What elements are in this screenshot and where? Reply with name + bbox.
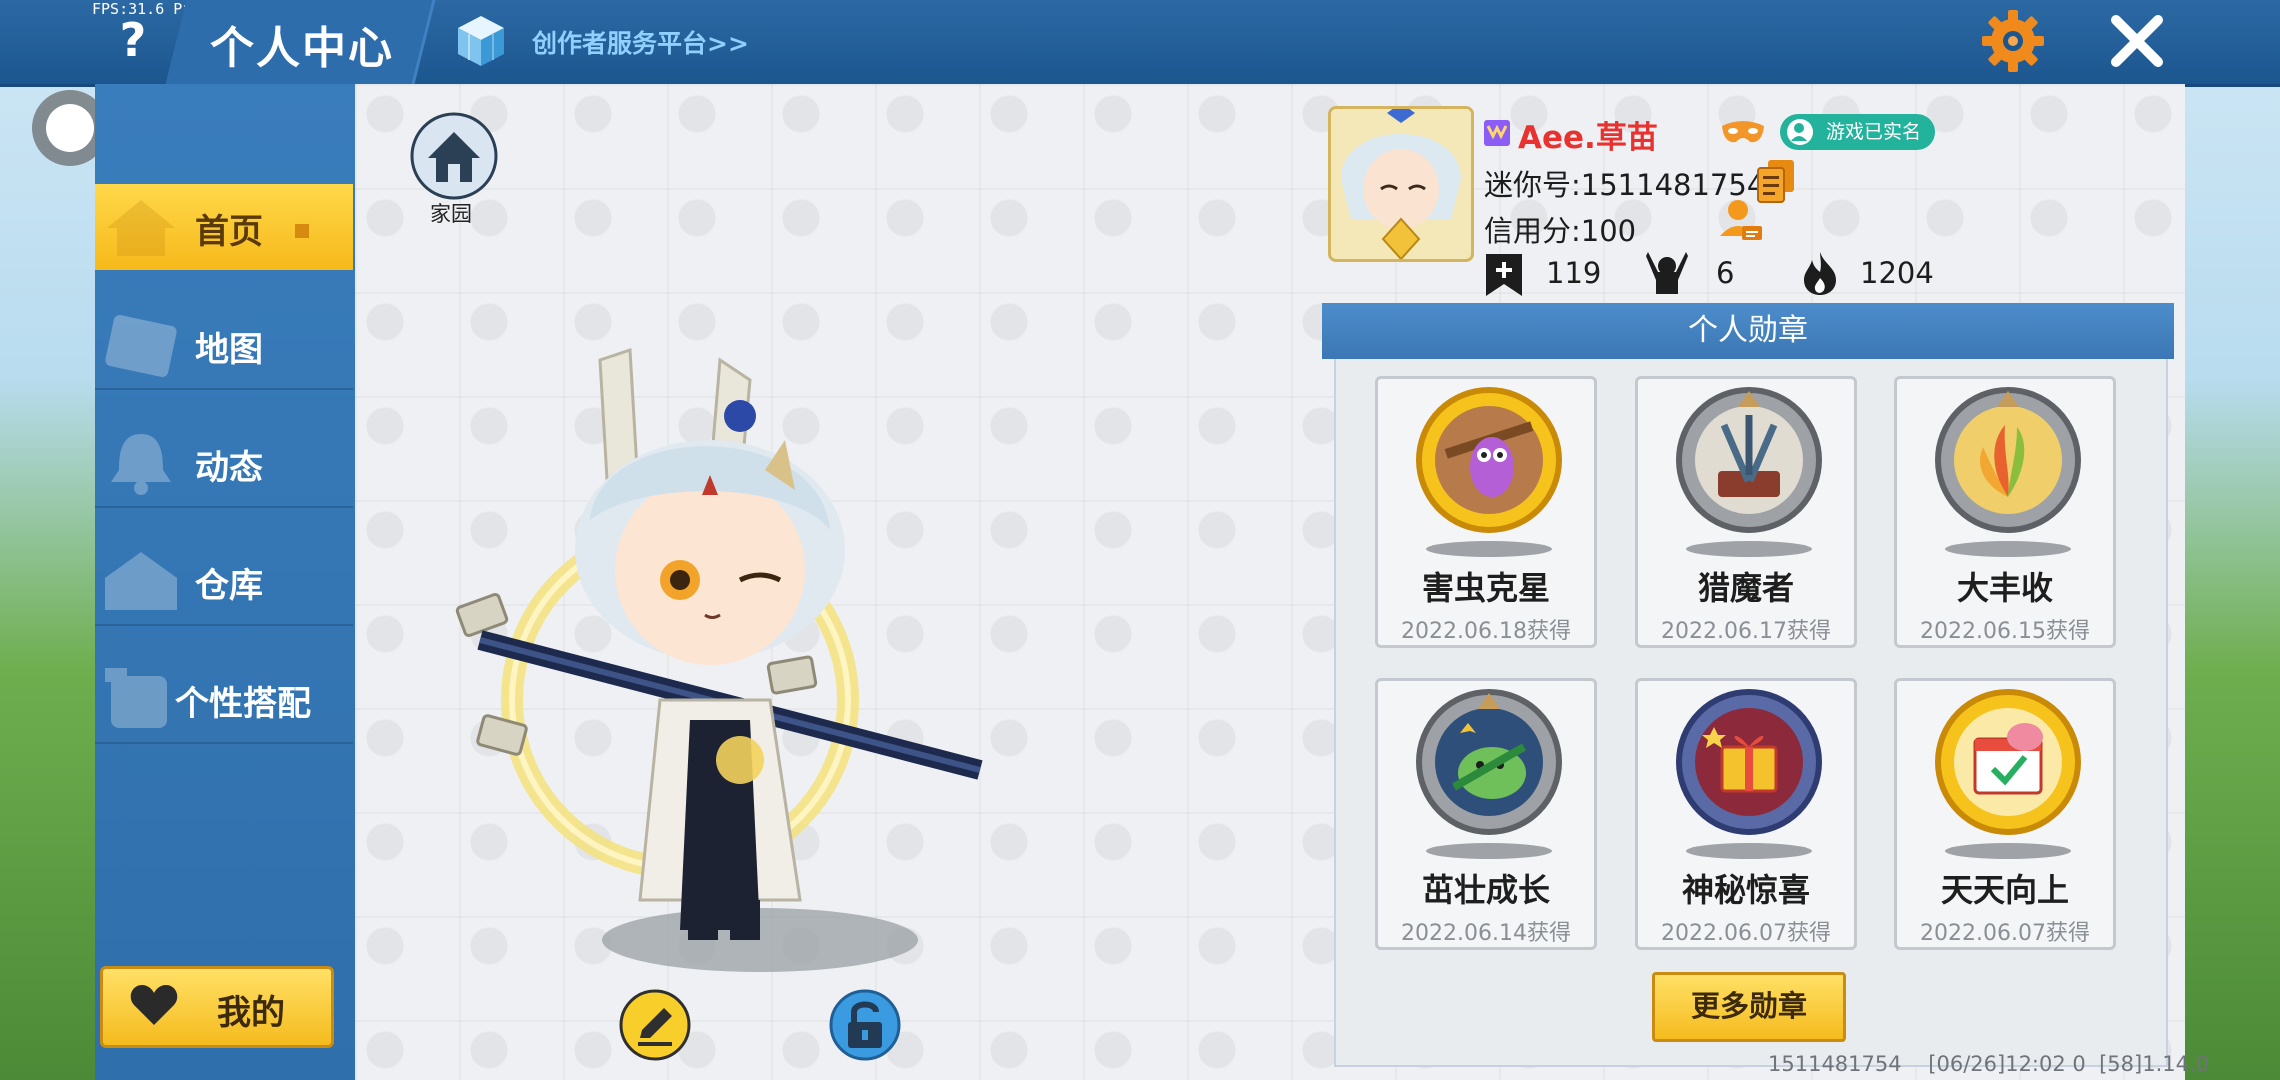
medal-name: 害虫克星 bbox=[1421, 569, 1550, 607]
edit-icon[interactable] bbox=[618, 988, 692, 1062]
top-bar: FPS:31.6 Ping:0 ? 个人中心 创作者服务平台>> bbox=[0, 0, 2280, 87]
harvest-medal-icon bbox=[1935, 387, 2081, 533]
medal-shadow bbox=[1426, 541, 1552, 557]
outfit-icon bbox=[105, 668, 167, 728]
medal-card[interactable]: 害虫克星 2022.06.18获得 bbox=[1375, 376, 1597, 648]
player-character[interactable] bbox=[440, 340, 1000, 980]
medal-card[interactable]: 茁壮成长 2022.06.14获得 bbox=[1375, 678, 1597, 950]
sidebar-item-label: 首页 bbox=[195, 212, 263, 252]
sidebar-item-home[interactable]: 首页 bbox=[95, 184, 353, 270]
medal-date: 2022.06.15获得 bbox=[1920, 619, 2090, 644]
real-name-verified-badge: 游戏已实名 bbox=[1780, 114, 1936, 150]
more-medals-button[interactable]: 更多勋章 bbox=[1652, 972, 1846, 1042]
medal-date: 2022.06.07获得 bbox=[1920, 921, 2090, 946]
mine-button[interactable]: 我的 bbox=[100, 966, 334, 1048]
pest-medal-icon bbox=[1416, 387, 1562, 533]
sidebar-item-outfit[interactable]: 个性搭配 bbox=[95, 656, 353, 744]
lock-open-icon[interactable] bbox=[828, 988, 902, 1062]
sidebar: 首页 地图 动态 仓库 个性搭配 bbox=[95, 84, 355, 1080]
fans-icon bbox=[1646, 252, 1688, 294]
avatar[interactable] bbox=[1328, 106, 1474, 262]
username: Aee.草苗 bbox=[1518, 120, 1658, 156]
demon-hunter-medal-icon bbox=[1676, 387, 1822, 533]
growth-medal-icon bbox=[1416, 689, 1562, 835]
sidebar-item-feed[interactable]: 动态 bbox=[95, 420, 353, 508]
medal-name: 天天向上 bbox=[1940, 871, 2069, 909]
sidebar-item-map[interactable]: 地图 bbox=[95, 302, 353, 390]
bookmark-plus-icon bbox=[1486, 254, 1522, 296]
medal-name: 大丰收 bbox=[1956, 569, 2053, 607]
medal-shadow bbox=[1426, 843, 1552, 859]
active-marker bbox=[295, 224, 309, 238]
house-icon bbox=[107, 200, 175, 256]
sidebar-item-label: 地图 bbox=[195, 330, 263, 370]
medal-card[interactable]: 神秘惊喜 2022.06.07获得 bbox=[1635, 678, 1857, 950]
medal-card[interactable]: 猎魔者 2022.06.17获得 bbox=[1635, 376, 1857, 648]
stat-collections: 119 bbox=[1546, 256, 1602, 290]
stat-popularity: 1204 bbox=[1860, 256, 1934, 290]
mask-icon[interactable] bbox=[1720, 118, 1766, 148]
person-card-icon[interactable] bbox=[1716, 196, 1764, 244]
warehouse-icon bbox=[105, 552, 177, 610]
stat-fans: 6 bbox=[1716, 256, 1735, 290]
bell-icon bbox=[111, 434, 171, 495]
medal-date: 2022.06.07获得 bbox=[1661, 921, 1831, 946]
close-icon[interactable] bbox=[2106, 10, 2168, 72]
sidebar-item-warehouse[interactable]: 仓库 bbox=[95, 538, 353, 626]
medal-section-title: 个人勋章 bbox=[1322, 303, 2174, 359]
page-title: 个人中心 bbox=[210, 23, 394, 74]
credit-score: 信用分:100 bbox=[1484, 214, 1637, 248]
medal-card[interactable]: 大丰收 2022.06.15获得 bbox=[1894, 376, 2116, 648]
medal-name: 猎魔者 bbox=[1697, 569, 1794, 607]
verified-user-icon bbox=[1787, 119, 1813, 145]
sidebar-item-label: 动态 bbox=[195, 448, 263, 488]
sidebar-item-label: 仓库 bbox=[195, 566, 263, 606]
creator-platform-link[interactable]: 创作者服务平台>> bbox=[532, 24, 749, 60]
flame-icon bbox=[1804, 252, 1836, 295]
home-label: 家园 bbox=[430, 202, 472, 226]
gear-icon[interactable] bbox=[1980, 8, 2046, 74]
medal-date: 2022.06.14获得 bbox=[1401, 921, 1571, 946]
medal-date: 2022.06.18获得 bbox=[1401, 619, 1571, 644]
medal-name: 神秘惊喜 bbox=[1681, 871, 1810, 909]
cube-icon[interactable] bbox=[456, 14, 506, 68]
map-icon bbox=[105, 315, 177, 377]
verified-label: 游戏已实名 bbox=[1826, 121, 1922, 143]
daily-progress-medal-icon bbox=[1935, 689, 2081, 835]
medal-shadow bbox=[1686, 541, 1812, 557]
footer-info: 1511481754 [06/26]12:02 0 [58]1.14.0 bbox=[1768, 1052, 2210, 1076]
medal-name: 茁壮成长 bbox=[1421, 871, 1550, 909]
medal-shadow bbox=[1686, 843, 1812, 859]
sidebar-item-label: 个性搭配 bbox=[175, 684, 311, 724]
medal-date: 2022.06.17获得 bbox=[1661, 619, 1831, 644]
mystery-gift-medal-icon bbox=[1676, 689, 1822, 835]
help-button[interactable]: ? bbox=[106, 12, 160, 68]
avatar-portrait bbox=[1331, 109, 1471, 259]
heart-icon bbox=[130, 985, 178, 1025]
vip-badge-icon bbox=[1484, 120, 1510, 146]
medal-shadow bbox=[1945, 541, 2071, 557]
medal-card[interactable]: 天天向上 2022.06.07获得 bbox=[1894, 678, 2116, 950]
medal-shadow bbox=[1945, 843, 2071, 859]
mine-label: 我的 bbox=[217, 993, 285, 1033]
home-icon[interactable] bbox=[410, 112, 498, 200]
